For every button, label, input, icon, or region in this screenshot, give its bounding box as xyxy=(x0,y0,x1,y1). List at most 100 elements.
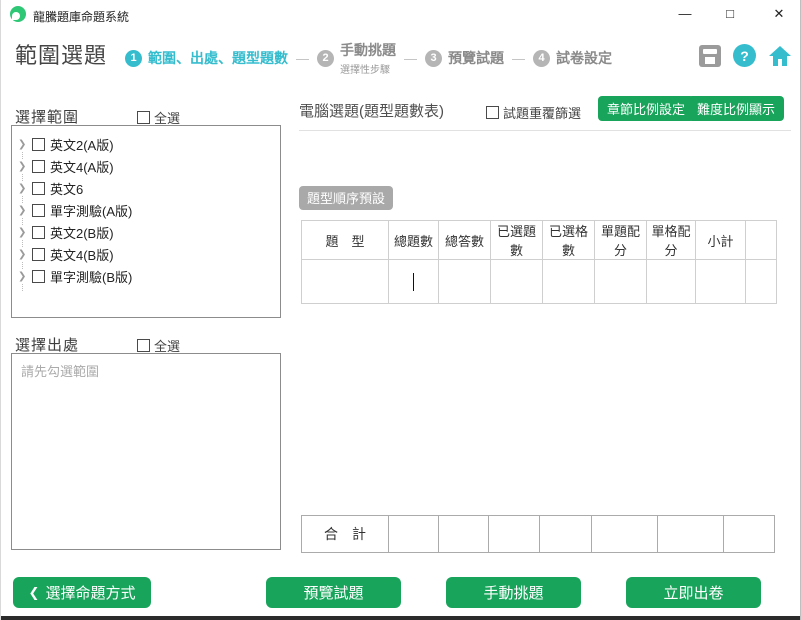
header-icons: ? xyxy=(699,44,792,67)
cell-selected-questions[interactable] xyxy=(491,260,543,304)
total-row: 合 計 xyxy=(302,516,775,553)
total-cell xyxy=(540,516,592,553)
chevron-left-icon: ❮ xyxy=(29,585,40,601)
step-2-number: 2 xyxy=(317,50,334,67)
step-dash: — xyxy=(296,51,309,66)
tree-item-eng2b[interactable]: ❯ 英文2(B版) xyxy=(18,222,280,242)
col-total-questions: 總題數 xyxy=(389,221,439,260)
type-order-default-badge[interactable]: 題型順序預設 xyxy=(299,186,393,210)
step-1-label: 範圍、出處、題型題數 xyxy=(148,48,288,68)
cell-question-type[interactable] xyxy=(302,260,389,304)
question-type-table: 題 型 總題數 總答數 已選題數 已選格數 單題配分 單格配分 小計 xyxy=(301,220,777,304)
cell-subtotal[interactable] xyxy=(696,260,746,304)
col-subtotal: 小計 xyxy=(696,221,746,260)
tree-item-eng6[interactable]: ❯ 英文6 xyxy=(18,178,280,198)
app-window: 龍騰題庫命題系統 — □ ✕ 範圍選題 1 範圍、出處、題型題數 — 2 手動挑… xyxy=(0,0,801,620)
total-label: 合 計 xyxy=(302,516,389,553)
cell-points-per-question[interactable] xyxy=(595,260,647,304)
difficulty-ratio-button[interactable]: 難度比例顯示 xyxy=(688,96,784,121)
manual-pick-button[interactable]: 手動挑題 xyxy=(446,577,581,608)
cell-points-per-cell[interactable] xyxy=(647,260,696,304)
source-list-box[interactable]: 請先勾選範圍 xyxy=(11,353,281,550)
step-1-number: 1 xyxy=(125,50,142,67)
tree-item-vocab-a[interactable]: ❯ 單字測驗(A版) xyxy=(18,200,280,220)
text-cursor xyxy=(413,273,414,291)
title-bar: 龍騰題庫命題系統 — □ ✕ xyxy=(1,0,800,28)
step-1-range[interactable]: 1 範圍、出處、題型題數 xyxy=(125,48,288,68)
tree-item-label: 英文4(B版) xyxy=(50,245,114,264)
total-cell xyxy=(724,516,775,553)
computer-selection-title: 電腦選題(題型題數表) xyxy=(299,100,444,121)
back-button-label: 選擇命題方式 xyxy=(45,582,135,603)
cell-total-questions-focused[interactable] xyxy=(389,260,439,304)
tree-item-label: 英文4(A版) xyxy=(50,157,114,176)
cell-selected-cells[interactable] xyxy=(543,260,595,304)
step-4-paper-settings[interactable]: 4 試卷設定 xyxy=(533,48,612,68)
close-button[interactable]: ✕ xyxy=(759,0,799,28)
chevron-right-icon[interactable]: ❯ xyxy=(18,205,32,216)
divider xyxy=(299,130,791,131)
col-selected-questions: 已選題數 xyxy=(491,221,543,260)
duplicate-filter-checkbox[interactable] xyxy=(486,106,499,119)
source-placeholder: 請先勾選範圍 xyxy=(21,364,99,379)
tree-item-label: 英文2(A版) xyxy=(50,135,114,154)
duplicate-filter[interactable]: 試題重覆篩選 xyxy=(486,103,581,122)
range-select-all-checkbox[interactable] xyxy=(137,111,150,124)
preview-questions-button[interactable]: 預覽試題 xyxy=(266,577,401,608)
tree-item-label: 英文6 xyxy=(50,179,83,198)
tree-item-label: 英文2(B版) xyxy=(50,223,114,242)
minimize-button[interactable]: — xyxy=(665,0,705,28)
chevron-right-icon[interactable]: ❯ xyxy=(18,183,32,194)
duplicate-filter-label: 試題重覆篩選 xyxy=(503,103,581,122)
tree-item-eng2a[interactable]: ❯ 英文2(A版) xyxy=(18,134,280,154)
tree-item-checkbox[interactable] xyxy=(32,204,45,217)
select-source-title: 選擇出處 xyxy=(15,334,79,355)
generate-paper-button[interactable]: 立即出卷 xyxy=(626,577,761,608)
select-method-back-button[interactable]: ❮ 選擇命題方式 xyxy=(13,577,151,608)
chevron-right-icon[interactable]: ❯ xyxy=(18,249,32,260)
step-dash: — xyxy=(512,51,525,66)
col-total-answers: 總答數 xyxy=(439,221,491,260)
total-cell xyxy=(592,516,658,553)
step-2-manual-pick[interactable]: 2 手動挑題 選擇性步驟 xyxy=(317,40,396,76)
tree-item-checkbox[interactable] xyxy=(32,138,45,151)
tree-item-vocab-b[interactable]: ❯ 單字測驗(B版) xyxy=(18,266,280,286)
tree-item-checkbox[interactable] xyxy=(32,226,45,239)
tree-item-label: 單字測驗(A版) xyxy=(50,201,132,220)
step-2-subtitle: 選擇性步驟 xyxy=(340,61,396,76)
tree-item-checkbox[interactable] xyxy=(32,270,45,283)
chevron-right-icon[interactable]: ❯ xyxy=(18,271,32,282)
tree-item-checkbox[interactable] xyxy=(32,160,45,173)
range-tree: ❯ 英文2(A版) ❯ 英文4(A版) ❯ 英文6 ❯ 單字測驗(A版) ❯ 英… xyxy=(11,125,281,318)
total-cell xyxy=(389,516,439,553)
tree-item-checkbox[interactable] xyxy=(32,248,45,261)
step-3-preview[interactable]: 3 預覽試題 xyxy=(425,48,504,68)
chevron-right-icon[interactable]: ❯ xyxy=(18,139,32,150)
total-cell xyxy=(658,516,724,553)
maximize-button[interactable]: □ xyxy=(710,0,750,28)
step-4-label: 試卷設定 xyxy=(556,48,612,68)
tree-item-eng4a[interactable]: ❯ 英文4(A版) xyxy=(18,156,280,176)
chevron-right-icon[interactable]: ❯ xyxy=(18,161,32,172)
window-bottom-edge xyxy=(1,616,800,620)
home-icon[interactable] xyxy=(768,45,792,67)
step-dash: — xyxy=(404,51,417,66)
step-indicator: 1 範圍、出處、題型題數 — 2 手動挑題 選擇性步驟 — 3 預覽試題 — 4… xyxy=(125,40,612,76)
page-title: 範圍選題 xyxy=(15,38,107,70)
help-icon[interactable]: ? xyxy=(733,44,756,67)
cell-extra[interactable] xyxy=(746,260,777,304)
step-4-number: 4 xyxy=(533,50,550,67)
chapter-ratio-button[interactable]: 章節比例設定 xyxy=(598,96,694,121)
cell-total-answers[interactable] xyxy=(439,260,491,304)
tree-item-eng4b[interactable]: ❯ 英文4(B版) xyxy=(18,244,280,264)
total-row-table: 合 計 xyxy=(301,515,775,553)
total-cell xyxy=(489,516,540,553)
tree-item-checkbox[interactable] xyxy=(32,182,45,195)
chevron-right-icon[interactable]: ❯ xyxy=(18,227,32,238)
step-3-number: 3 xyxy=(425,50,442,67)
source-select-all-checkbox[interactable] xyxy=(137,339,150,352)
select-range-title: 選擇範圍 xyxy=(15,106,79,127)
tree-item-label: 單字測驗(B版) xyxy=(50,267,132,286)
save-icon[interactable] xyxy=(699,45,721,67)
app-title: 龍騰題庫命題系統 xyxy=(33,8,129,25)
